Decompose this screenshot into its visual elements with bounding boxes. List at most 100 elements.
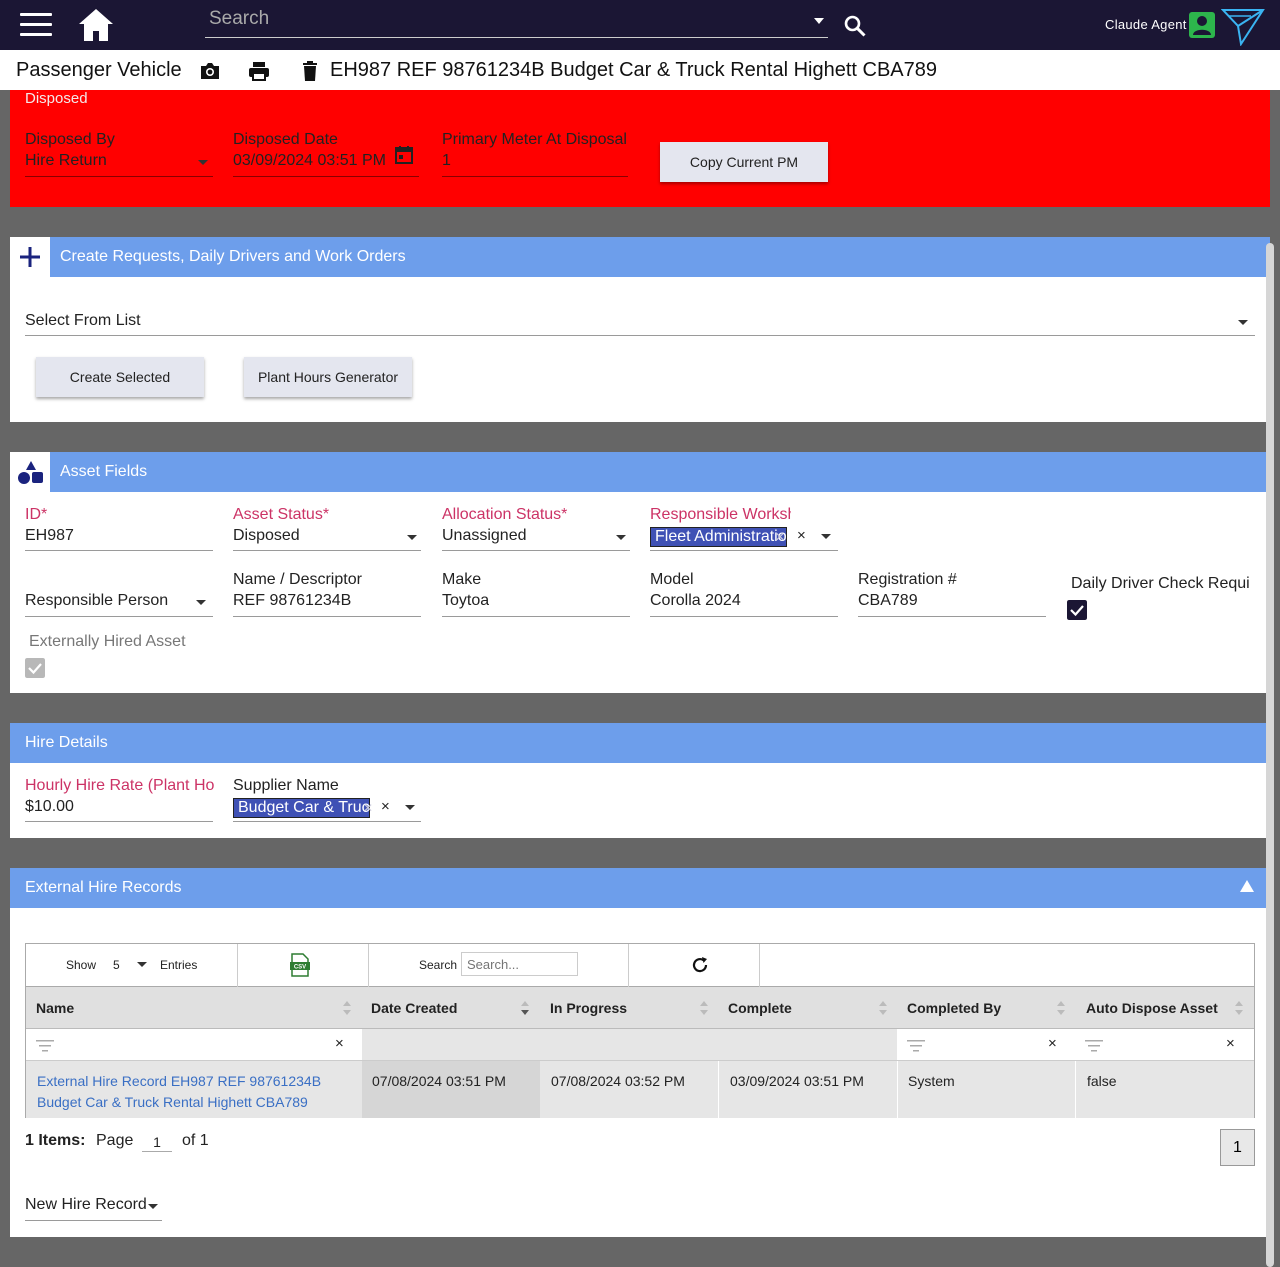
add-icon-box	[10, 237, 50, 277]
make-input[interactable]: Toytoa	[442, 592, 489, 610]
delete-icon[interactable]	[299, 60, 321, 82]
sort-icon[interactable]	[1057, 1001, 1065, 1015]
asset-status-dropdown-icon[interactable]	[407, 535, 417, 540]
column-header-completed-by[interactable]: Completed By	[907, 1000, 1001, 1016]
disposed-heading: Disposed	[25, 90, 88, 107]
responsible-person-select[interactable]: Responsible Person	[25, 592, 168, 610]
table-search-label: Search	[419, 958, 458, 972]
asset-status-select[interactable]: Disposed	[233, 527, 300, 545]
filter-icon[interactable]	[36, 1039, 54, 1053]
remove-supplier-icon[interactable]: ✕	[363, 801, 373, 815]
page-1-button[interactable]: 1	[1220, 1129, 1255, 1166]
scrollbar-thumb[interactable]	[1266, 243, 1274, 1267]
asset-fields-title: Asset Fields	[60, 463, 148, 480]
create-requests-header[interactable]: Create Requests, Daily Drivers and Work …	[10, 237, 1270, 277]
select-from-list-dropdown-icon[interactable]	[1238, 320, 1248, 325]
global-search-input[interactable]	[205, 4, 795, 34]
new-hire-record-dropdown-icon[interactable]	[148, 1204, 158, 1209]
shapes-icon	[18, 461, 43, 484]
hourly-hire-rate-label: Hourly Hire Rate (Plant Hours)	[25, 777, 214, 794]
column-header-in-progress[interactable]: In Progress	[550, 1000, 627, 1016]
completed-by-cell: System	[908, 1073, 955, 1089]
user-name[interactable]: Claude Agent	[1105, 17, 1187, 32]
camera-icon[interactable]	[199, 60, 221, 82]
id-label: ID*	[25, 506, 48, 523]
table-search-input[interactable]	[461, 952, 578, 976]
entries-label: Entries	[160, 958, 198, 972]
primary-meter-input[interactable]: 1	[442, 152, 451, 170]
external-hire-records-header[interactable]: External Hire Records	[10, 868, 1270, 908]
table-toolbar: Show 5 Entries CSV Search	[26, 944, 1254, 987]
date-created-cell: 07/08/2024 03:51 PM	[372, 1073, 506, 1089]
disposed-panel: Disposed Disposed By Hire Return Dispose…	[10, 90, 1270, 207]
column-header-name[interactable]: Name	[36, 1000, 74, 1016]
page-number-input[interactable]: 1	[142, 1132, 172, 1152]
global-search	[205, 4, 828, 38]
menu-icon[interactable]	[20, 13, 52, 37]
hire-records-table: Show 5 Entries CSV Search Name Date Crea…	[25, 943, 1255, 1118]
create-requests-title: Create Requests, Daily Drivers and Work …	[60, 248, 406, 265]
select-from-list[interactable]: Select From List	[25, 312, 141, 330]
responsible-person-dropdown-icon[interactable]	[196, 600, 206, 605]
clear-supplier-icon[interactable]: ×	[381, 798, 390, 815]
collapse-triangle-icon[interactable]	[1240, 880, 1254, 892]
filter-icon[interactable]	[907, 1039, 925, 1053]
hire-record-link[interactable]: External Hire Record EH987 REF 98761234B…	[37, 1071, 337, 1113]
plant-hours-generator-button[interactable]: Plant Hours Generator	[244, 357, 412, 397]
calendar-icon[interactable]	[394, 145, 414, 165]
print-icon[interactable]	[248, 60, 270, 82]
csv-export-icon[interactable]: CSV	[288, 953, 312, 977]
disposed-date-input[interactable]: 03/09/2024 03:51 PM	[233, 152, 386, 170]
table-row[interactable]: External Hire Record EH987 REF 98761234B…	[26, 1061, 1254, 1118]
clear-auto-dispose-filter-icon[interactable]: ×	[1226, 1035, 1235, 1052]
filter-icon[interactable]	[1085, 1039, 1103, 1053]
responsible-workshop-chip[interactable]: Fleet Administration	[650, 527, 787, 547]
page-size-dropdown-icon[interactable]	[137, 962, 147, 967]
make-label: Make	[442, 571, 482, 588]
supplier-name-dropdown-icon[interactable]	[405, 805, 415, 810]
clear-completed-by-filter-icon[interactable]: ×	[1048, 1035, 1057, 1052]
sort-icon[interactable]	[1235, 1001, 1243, 1015]
copy-current-pm-button[interactable]: Copy Current PM	[660, 142, 828, 182]
responsible-workshop-dropdown-icon[interactable]	[821, 534, 831, 539]
home-icon[interactable]	[78, 8, 114, 42]
model-input[interactable]: Corolla 2024	[650, 592, 741, 610]
disposed-by-dropdown-icon[interactable]	[198, 160, 208, 165]
page-of-label: of 1	[182, 1132, 209, 1149]
auto-dispose-cell: false	[1087, 1073, 1117, 1089]
allocation-status-label: Allocation Status*	[442, 506, 568, 523]
sort-icon[interactable]	[343, 1001, 351, 1015]
disposed-by-select[interactable]: Hire Return	[25, 152, 107, 170]
sort-desc-icon[interactable]	[521, 1001, 529, 1015]
column-header-date-created[interactable]: Date Created	[371, 1000, 457, 1016]
clear-name-filter-icon[interactable]: ×	[335, 1035, 344, 1052]
search-icon[interactable]	[843, 14, 867, 38]
new-hire-record-select[interactable]: New Hire Record	[25, 1196, 147, 1214]
add-icon[interactable]	[20, 247, 40, 267]
supplier-name-chip[interactable]: Budget Car & Truck Rental Highett	[233, 798, 370, 818]
svg-text:CSV: CSV	[294, 965, 306, 971]
remove-workshop-icon[interactable]: ✕	[775, 530, 785, 544]
top-navigation-bar: Claude Agent	[0, 0, 1280, 50]
clear-workshop-icon[interactable]: ×	[797, 527, 806, 544]
registration-input[interactable]: CBA789	[858, 592, 918, 610]
allocation-status-dropdown-icon[interactable]	[616, 535, 626, 540]
hourly-hire-rate-input[interactable]: $10.00	[25, 798, 74, 816]
allocation-status-select[interactable]: Unassigned	[442, 527, 527, 545]
refresh-icon[interactable]	[690, 955, 710, 975]
sort-icon[interactable]	[700, 1001, 708, 1015]
sort-icon[interactable]	[879, 1001, 887, 1015]
daily-driver-check-checkbox[interactable]	[1067, 600, 1087, 620]
name-descriptor-input[interactable]: REF 98761234B	[233, 592, 351, 610]
id-input[interactable]: EH987	[25, 527, 74, 545]
column-header-complete[interactable]: Complete	[728, 1000, 792, 1016]
create-selected-button[interactable]: Create Selected	[36, 357, 204, 397]
user-account-icon[interactable]	[1189, 12, 1215, 38]
disposed-date-label: Disposed Date	[233, 131, 338, 148]
asset-fields-header: Asset Fields	[10, 452, 1270, 492]
column-header-auto-dispose[interactable]: Auto Dispose Asset	[1086, 1000, 1218, 1016]
search-dropdown-icon[interactable]	[814, 18, 824, 24]
page-size-select[interactable]: 5	[113, 958, 120, 972]
registration-label: Registration #	[858, 571, 957, 588]
complete-cell: 03/09/2024 03:51 PM	[730, 1073, 864, 1089]
